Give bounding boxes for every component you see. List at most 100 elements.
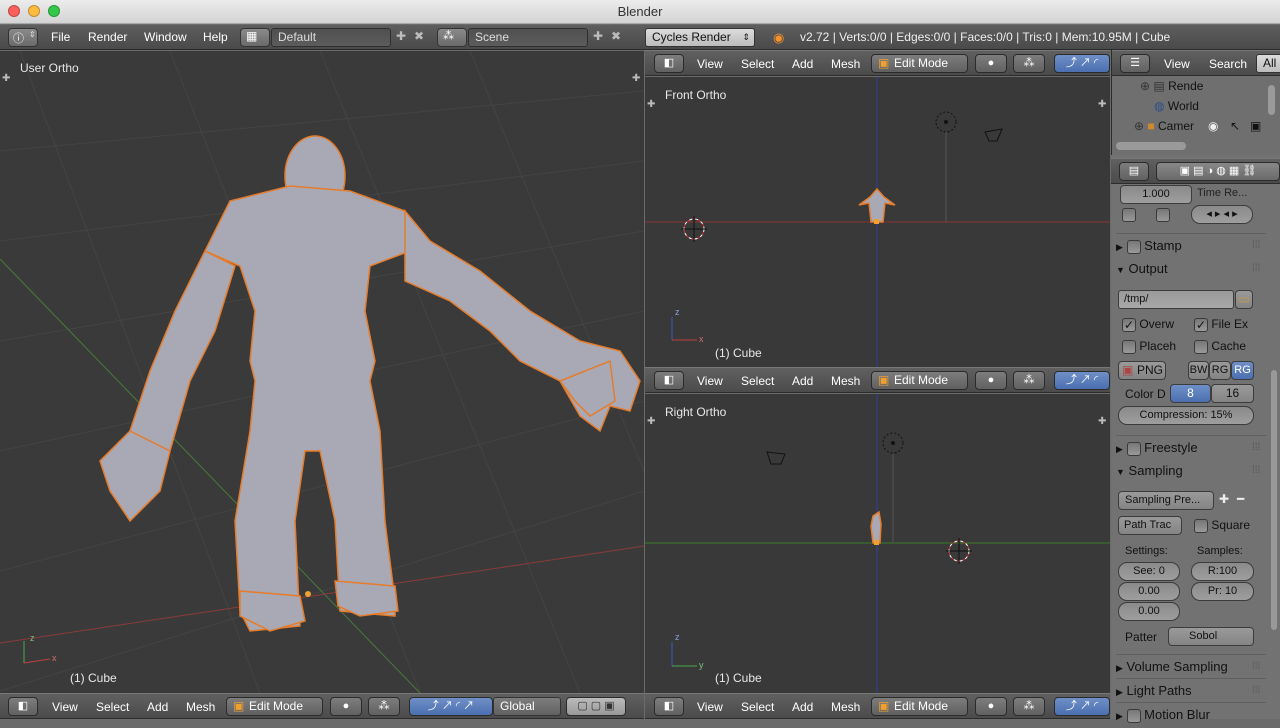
section-freestyle[interactable]: ▶ Freestyle ⁞⁞⁞ [1116,435,1266,459]
section-volume-sampling[interactable]: ▶ Volume Sampling ⁞⁞⁞ [1116,654,1266,678]
section-sampling[interactable]: ▼ Sampling ⁞⁞⁞ [1116,459,1266,483]
integrator-select[interactable]: Path Trac [1118,516,1182,535]
placeholders-option[interactable]: Placeh [1122,339,1176,354]
menu-search[interactable]: Search [1209,52,1247,76]
remove-screen-icon[interactable]: ✖ [414,29,424,43]
outliner-filter-select[interactable]: All [1256,54,1280,73]
context-tabs[interactable]: ▣ ▤ ◑ ◍ ▦ ⛓ [1156,162,1280,181]
select-mode-buttons[interactable]: ▢ ▢ ▣ [566,697,626,716]
time-remap-fields[interactable]: ◂ ▸ ◂ ▸ [1191,205,1253,224]
add-screen-icon[interactable]: ✚ [396,29,406,43]
manipulator-buttons[interactable]: ⤴ ↗ ◜ ↗ [409,697,493,716]
square-checkbox[interactable] [1194,518,1208,533]
shading-select[interactable]: ● [975,371,1007,390]
crop-checkbox[interactable] [1156,208,1170,222]
menu-mesh[interactable]: Mesh [831,695,860,719]
menu-select[interactable]: Select [741,369,774,393]
color-mode-rgba[interactable]: RG [1231,361,1254,380]
section-output[interactable]: ▼ Output ⁞⁞⁞ [1116,257,1266,281]
properties-toggle-icon[interactable]: ✚ [647,416,655,427]
drag-handle-icon[interactable]: ⁞⁞⁞ [1252,679,1260,703]
menu-mesh[interactable]: Mesh [831,369,860,393]
pivot-select[interactable]: ⁂ [368,697,400,716]
menu-mesh[interactable]: Mesh [186,695,215,719]
right-3d-viewport[interactable]: z y Right Ortho (1) Cube ✚ ✚ [645,394,1110,693]
tree-item-camera[interactable]: ⊕ ■ Camer [1134,119,1194,133]
menu-select[interactable]: Select [96,695,129,719]
pattern-select[interactable]: Sobol [1168,627,1254,646]
editor-type-button[interactable]: ◧ [654,371,684,390]
menu-add[interactable]: Add [792,695,813,719]
clamp-indirect-field[interactable]: 0.00 [1118,602,1180,621]
file-format-select[interactable]: ▣ PNG [1118,361,1166,380]
render-engine-select[interactable]: Cycles Render ⇕ [645,28,755,47]
manipulator-buttons[interactable]: ⤴ ↗ ◜ [1054,371,1110,390]
border-checkbox[interactable] [1122,208,1136,222]
tool-shelf-toggle-icon[interactable]: ✚ [1098,416,1106,427]
mode-select[interactable]: ▣ Edit Mode [871,697,968,716]
output-path-field[interactable]: /tmp/ [1118,290,1234,309]
add-scene-icon[interactable]: ✚ [593,29,603,43]
menu-view[interactable]: View [52,695,78,719]
menu-select[interactable]: Select [741,52,774,76]
sampling-presets-select[interactable]: Sampling Pre... [1118,491,1214,510]
maximize-window-button[interactable] [48,5,60,17]
properties-scrollbar[interactable] [1271,370,1277,630]
resolution-percent-field[interactable]: 1.000 [1120,185,1192,204]
overwrite-checkbox[interactable]: ✓ [1122,317,1136,332]
tree-item-render[interactable]: ⊕ ▤ Rende [1140,79,1203,93]
properties-toggle-icon[interactable]: ✚ [647,99,655,110]
cache-result-option[interactable]: Cache [1194,339,1246,354]
editor-type-button[interactable]: ☰ [1120,54,1150,73]
color-depth-8[interactable]: 8 [1170,384,1211,403]
drag-handle-icon[interactable]: ⁞⁞⁞ [1252,459,1260,483]
minimize-window-button[interactable] [28,5,40,17]
close-window-button[interactable] [8,5,20,17]
placeholders-checkbox[interactable] [1122,339,1136,354]
file-extensions-checkbox[interactable]: ✓ [1194,317,1208,332]
menu-mesh[interactable]: Mesh [831,52,860,76]
tool-shelf-toggle-icon[interactable]: ✚ [632,73,640,84]
render-samples-field[interactable]: R:100 [1191,562,1254,581]
properties-toggle-icon[interactable]: ✚ [2,73,10,84]
preview-samples-field[interactable]: Pr: 10 [1191,582,1254,601]
pivot-select[interactable]: ⁂ [1013,371,1045,390]
section-light-paths[interactable]: ▶ Light Paths ⁞⁞⁞ [1116,678,1266,702]
remove-scene-icon[interactable]: ✖ [611,29,621,43]
scene-selector[interactable]: ⁂ [437,28,467,47]
square-samples-option[interactable]: Square [1194,518,1250,533]
cache-checkbox[interactable] [1194,339,1208,354]
color-depth-16[interactable]: 16 [1211,384,1254,403]
section-stamp[interactable]: ▶ Stamp ⁞⁞⁞ [1116,233,1266,257]
menu-add[interactable]: Add [792,52,813,76]
screen-layout-selector[interactable]: ▦ [240,28,270,47]
shading-select[interactable]: ● [330,697,362,716]
menu-render[interactable]: Render [88,25,127,50]
file-extensions-option[interactable]: ✓ File Ex [1194,317,1248,332]
menu-view[interactable]: View [1164,52,1190,76]
shading-select[interactable]: ● [975,697,1007,716]
tree-item-world[interactable]: ◍ World [1154,99,1199,113]
pivot-select[interactable]: ⁂ [1013,697,1045,716]
color-mode-rgb[interactable]: RG [1209,361,1231,380]
freestyle-checkbox[interactable] [1126,441,1141,456]
outliner-vscrollbar[interactable] [1268,85,1275,115]
clamp-direct-field[interactable]: 0.00 [1118,582,1180,601]
shading-select[interactable]: ● [975,54,1007,73]
menu-view[interactable]: View [697,52,723,76]
menu-select[interactable]: Select [741,695,774,719]
menu-add[interactable]: Add [147,695,168,719]
menu-view[interactable]: View [697,369,723,393]
color-mode-bw[interactable]: BW [1188,361,1209,380]
seed-field[interactable]: See: 0 [1118,562,1180,581]
outliner-scrollbar[interactable] [1116,142,1186,150]
stamp-checkbox[interactable] [1126,239,1141,254]
screen-layout-field[interactable]: Default [271,28,391,47]
render-camera-icon[interactable]: ▣ [1250,119,1261,133]
front-3d-viewport[interactable]: z x Front Ortho (1) Cube ✚ ✚ [645,77,1110,367]
orientation-select[interactable]: Global [493,697,561,716]
menu-window[interactable]: Window [144,25,187,50]
main-3d-viewport[interactable]: z x User Ortho (1) Cube ✚ ✚ [0,51,644,693]
overwrite-option[interactable]: ✓ Overw [1122,317,1174,332]
drag-handle-icon[interactable]: ⁞⁞⁞ [1252,655,1260,679]
